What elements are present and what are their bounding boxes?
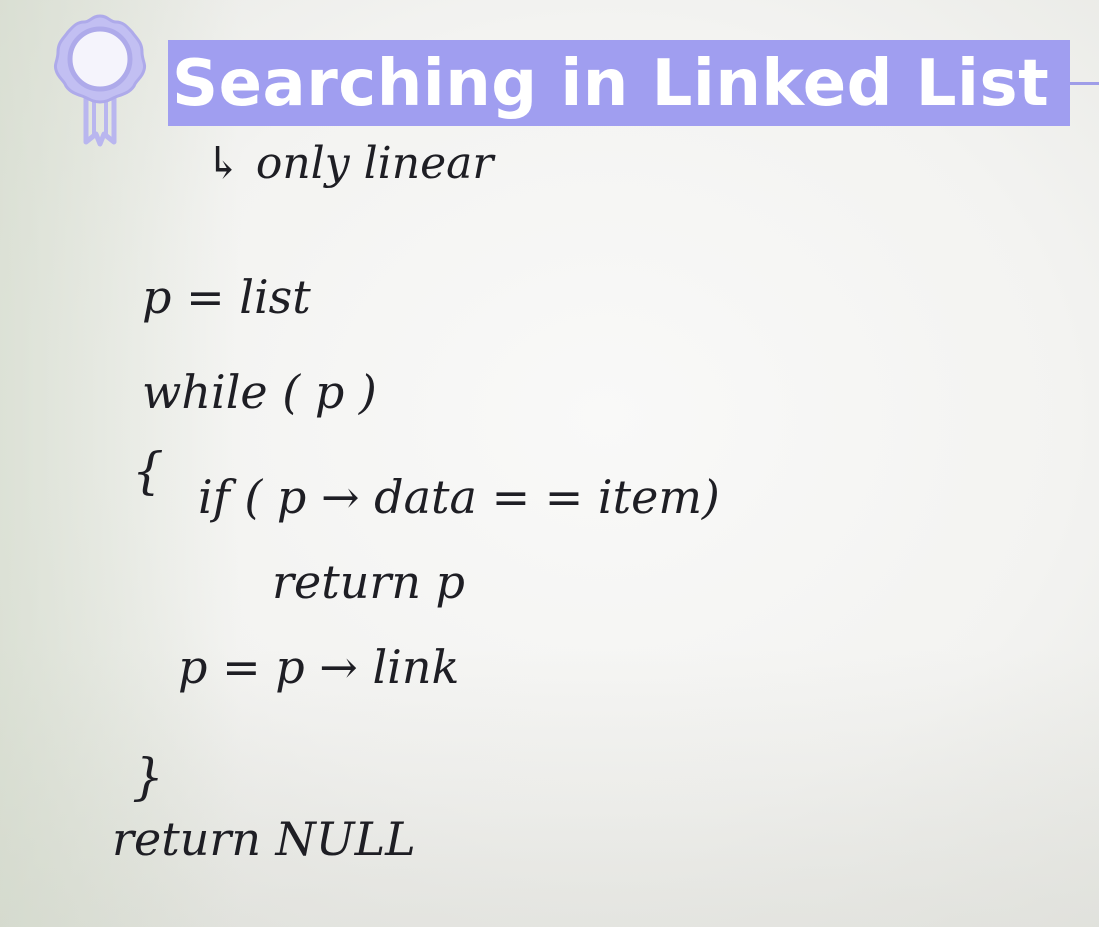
handwritten-note: ↳ only linear <box>205 138 494 189</box>
code-line-close-brace: } <box>132 748 164 806</box>
code-line-if: if ( p → data = = item) <box>198 470 720 524</box>
code-line-return-null: return NULL <box>112 812 416 866</box>
code-line-open-brace: { <box>132 442 164 500</box>
background-vignette <box>0 0 1099 927</box>
code-line-advance: p = p → link <box>178 640 460 694</box>
title-underline <box>1070 82 1099 85</box>
code-line-while: while ( p ) <box>142 365 377 419</box>
slide-title: Searching in Linked List <box>172 47 1050 121</box>
code-line-return-p: return p <box>272 555 466 609</box>
code-line-assign: p = list <box>142 270 311 324</box>
award-ribbon-icon <box>53 14 147 147</box>
